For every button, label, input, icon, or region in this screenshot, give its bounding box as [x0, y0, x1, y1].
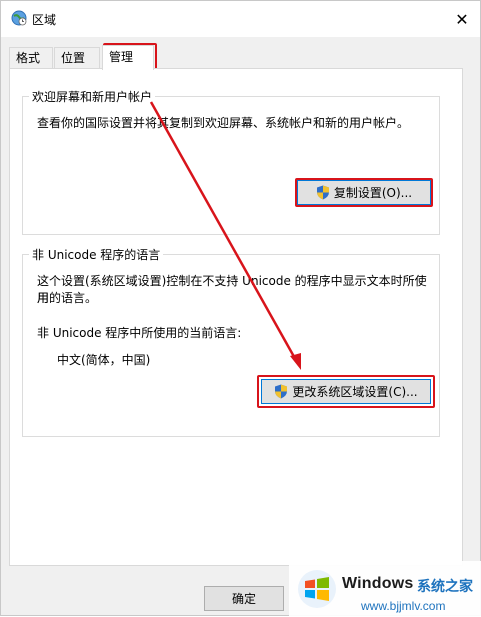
copy-settings-label: 复制设置(O)... — [333, 186, 413, 200]
welcome-description: 查看你的国际设置并将其复制到欢迎屏幕、系统帐户和新的用户帐户。 — [37, 116, 410, 130]
welcome-screen-group: 欢迎屏幕和新用户帐户 查看你的国际设置并将其复制到欢迎屏幕、系统帐户和新的用户帐… — [22, 88, 440, 235]
current-language-value: 中文(简体，中国) — [57, 353, 151, 367]
watermark-site-name: 系统之家 — [417, 579, 473, 595]
tab-administrative[interactable]: 管理 — [102, 45, 154, 70]
title-bar: 区域 ✕ — [1, 1, 480, 37]
copy-settings-button[interactable]: 复制设置(O)... — [297, 180, 431, 205]
tab-location[interactable]: 位置 — [54, 47, 100, 68]
uac-shield-icon — [316, 185, 329, 200]
group-label-non-unicode: 非 Unicode 程序的语言 — [29, 246, 164, 263]
change-system-locale-button[interactable]: 更改系统区域设置(C)... — [261, 379, 431, 404]
uac-shield-icon — [275, 384, 288, 399]
non-unicode-description-line2: 用的语言。 — [37, 291, 98, 305]
close-icon[interactable]: ✕ — [444, 1, 480, 37]
change-locale-label: 更改系统区域设置(C)... — [292, 385, 418, 399]
current-language-label: 非 Unicode 程序中所使用的当前语言: — [37, 326, 242, 340]
watermark-url: www.bjjmlv.com — [361, 599, 446, 613]
region-dialog: 区域 ✕ 格式 位置 管理 欢迎屏幕和新用户帐户 查看你的国际设置并将其复制到欢… — [0, 0, 481, 617]
watermark-brand: Windows — [342, 575, 414, 592]
windows-logo-icon — [298, 570, 336, 608]
group-label-welcome: 欢迎屏幕和新用户帐户 — [29, 88, 156, 105]
tab-panel: 欢迎屏幕和新用户帐户 查看你的国际设置并将其复制到欢迎屏幕、系统帐户和新的用户帐… — [9, 68, 463, 566]
ok-button[interactable]: 确定 — [204, 586, 284, 611]
globe-clock-icon — [11, 10, 27, 26]
watermark: Windows 系统之家 www.bjjmlv.com — [289, 561, 481, 617]
tab-format[interactable]: 格式 — [9, 47, 53, 68]
non-unicode-group: 非 Unicode 程序的语言 这个设置(系统区域设置)控制在不支持 Unico… — [22, 246, 440, 437]
window-title: 区域 — [32, 13, 57, 27]
